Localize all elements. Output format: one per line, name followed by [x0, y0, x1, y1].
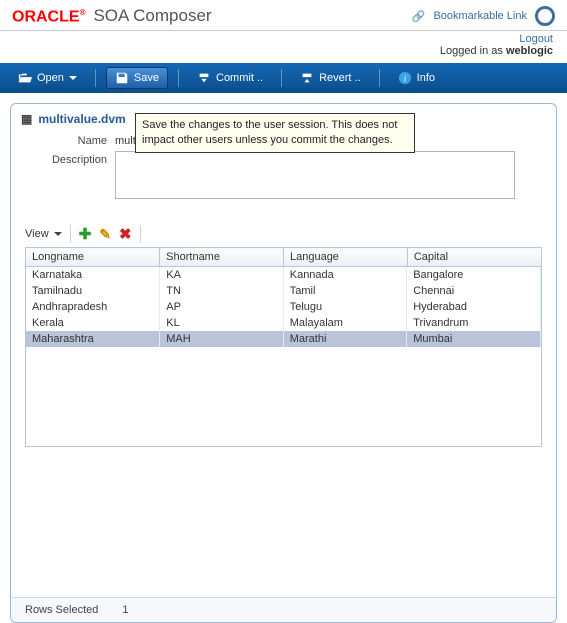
- table-row[interactable]: KeralaKLMalayalamTrivandrum: [26, 315, 541, 331]
- logged-in-user: weblogic: [506, 45, 553, 57]
- name-label: Name: [25, 132, 115, 147]
- app-name: SOA Composer: [93, 6, 211, 26]
- col-header[interactable]: Language: [283, 248, 407, 267]
- disk-icon: [115, 71, 129, 85]
- grid-separator: [70, 225, 71, 243]
- table-cell[interactable]: AP: [160, 299, 283, 315]
- header-row: Longname Shortname Language Capital: [26, 248, 542, 267]
- info-button[interactable]: i Info: [390, 68, 443, 88]
- table-cell[interactable]: TN: [160, 283, 283, 299]
- revert-label: Revert ..: [319, 72, 361, 84]
- revert-button[interactable]: Revert ..: [292, 68, 369, 88]
- commit-icon: [197, 71, 211, 85]
- save-button[interactable]: Save: [106, 67, 168, 89]
- info-label: Info: [417, 72, 435, 84]
- status-bar: Rows Selected 1: [11, 597, 556, 622]
- info-icon: i: [398, 71, 412, 85]
- table-cell[interactable]: Karnataka: [26, 267, 160, 283]
- svg-text:i: i: [403, 74, 406, 85]
- content-panel: ▦ multivalue.dvm Name multivalue Descrip…: [10, 103, 557, 623]
- table-cell[interactable]: Bangalore: [407, 267, 541, 283]
- col-header[interactable]: Shortname: [160, 248, 284, 267]
- table-row[interactable]: MaharashtraMAHMarathiMumbai: [26, 331, 541, 347]
- rows-selected-label: Rows Selected: [25, 604, 98, 616]
- table-cell[interactable]: Trivandrum: [407, 315, 541, 331]
- table-row[interactable]: TamilnaduTNTamilChennai: [26, 283, 541, 299]
- table-cell[interactable]: KL: [160, 315, 283, 331]
- view-label: View: [25, 228, 49, 240]
- table-row[interactable]: AndhrapradeshAPTeluguHyderabad: [26, 299, 541, 315]
- grid-body[interactable]: KarnatakaKAKannadaBangaloreTamilnaduTNTa…: [25, 267, 542, 447]
- table-cell[interactable]: Marathi: [283, 331, 406, 347]
- oracle-o-badge: [535, 6, 555, 26]
- grid-separator: [140, 225, 141, 243]
- oracle-logo: ORACLE®: [12, 8, 85, 26]
- link-icon: 🔗: [412, 10, 426, 23]
- toolbar-separator: [281, 69, 282, 87]
- file-name: multivalue.dvm: [38, 112, 125, 126]
- table-cell[interactable]: Chennai: [407, 283, 541, 299]
- save-label: Save: [134, 72, 159, 84]
- logged-in-prefix: Logged in as: [440, 45, 503, 57]
- toolbar-separator: [379, 69, 380, 87]
- view-menu[interactable]: View: [25, 228, 62, 240]
- chevron-down-icon: [69, 76, 77, 80]
- table-cell[interactable]: Malayalam: [283, 315, 406, 331]
- folder-open-icon: [18, 71, 32, 85]
- grid-header: Longname Shortname Language Capital: [25, 247, 542, 267]
- save-tooltip: Save the changes to the user session. Th…: [135, 113, 415, 153]
- rows-selected-count: 1: [122, 604, 128, 616]
- delete-row-button[interactable]: ✖: [119, 227, 132, 242]
- description-label: Description: [25, 151, 115, 166]
- logout-link[interactable]: Logout: [519, 33, 553, 45]
- main-toolbar: Open Save Commit .. Revert .. i Info: [0, 63, 567, 93]
- toolbar-separator: [178, 69, 179, 87]
- col-header[interactable]: Longname: [26, 248, 160, 267]
- table-cell[interactable]: Andhrapradesh: [26, 299, 160, 315]
- table-cell[interactable]: Tamilnadu: [26, 283, 160, 299]
- description-input[interactable]: [115, 151, 515, 199]
- description-field-row: Description: [11, 149, 556, 201]
- table-cell[interactable]: KA: [160, 267, 283, 283]
- table-cell[interactable]: Telugu: [283, 299, 406, 315]
- toolbar-separator: [95, 69, 96, 87]
- open-button[interactable]: Open: [10, 68, 85, 88]
- bookmarkable-link[interactable]: Bookmarkable Link: [433, 10, 527, 22]
- top-header: ORACLE® SOA Composer 🔗 Bookmarkable Link: [0, 0, 567, 31]
- table-cell[interactable]: Kannada: [283, 267, 406, 283]
- grid-zone: View ✚ ✎ ✖ Longname Shortname Language C…: [11, 201, 556, 453]
- revert-icon: [300, 71, 314, 85]
- col-header[interactable]: Capital: [407, 248, 541, 267]
- logo-area: ORACLE® SOA Composer: [12, 6, 212, 26]
- table-row[interactable]: KarnatakaKAKannadaBangalore: [26, 267, 541, 283]
- table-cell[interactable]: Hyderabad: [407, 299, 541, 315]
- open-label: Open: [37, 72, 64, 84]
- header-right: 🔗 Bookmarkable Link: [412, 6, 555, 26]
- commit-label: Commit ..: [216, 72, 263, 84]
- table-cell[interactable]: Kerala: [26, 315, 160, 331]
- user-line: Logout Logged in as weblogic: [0, 31, 567, 63]
- table-cell[interactable]: Maharashtra: [26, 331, 160, 347]
- commit-button[interactable]: Commit ..: [189, 68, 271, 88]
- add-row-button[interactable]: ✚: [79, 227, 92, 242]
- grid-toolbar: View ✚ ✎ ✖: [25, 225, 542, 247]
- edit-row-button[interactable]: ✎: [99, 227, 111, 241]
- table-cell[interactable]: Tamil: [283, 283, 406, 299]
- page-icon: ▦: [21, 112, 32, 126]
- table-cell[interactable]: MAH: [160, 331, 283, 347]
- table-cell[interactable]: Mumbai: [407, 331, 541, 347]
- chevron-down-icon: [54, 232, 62, 236]
